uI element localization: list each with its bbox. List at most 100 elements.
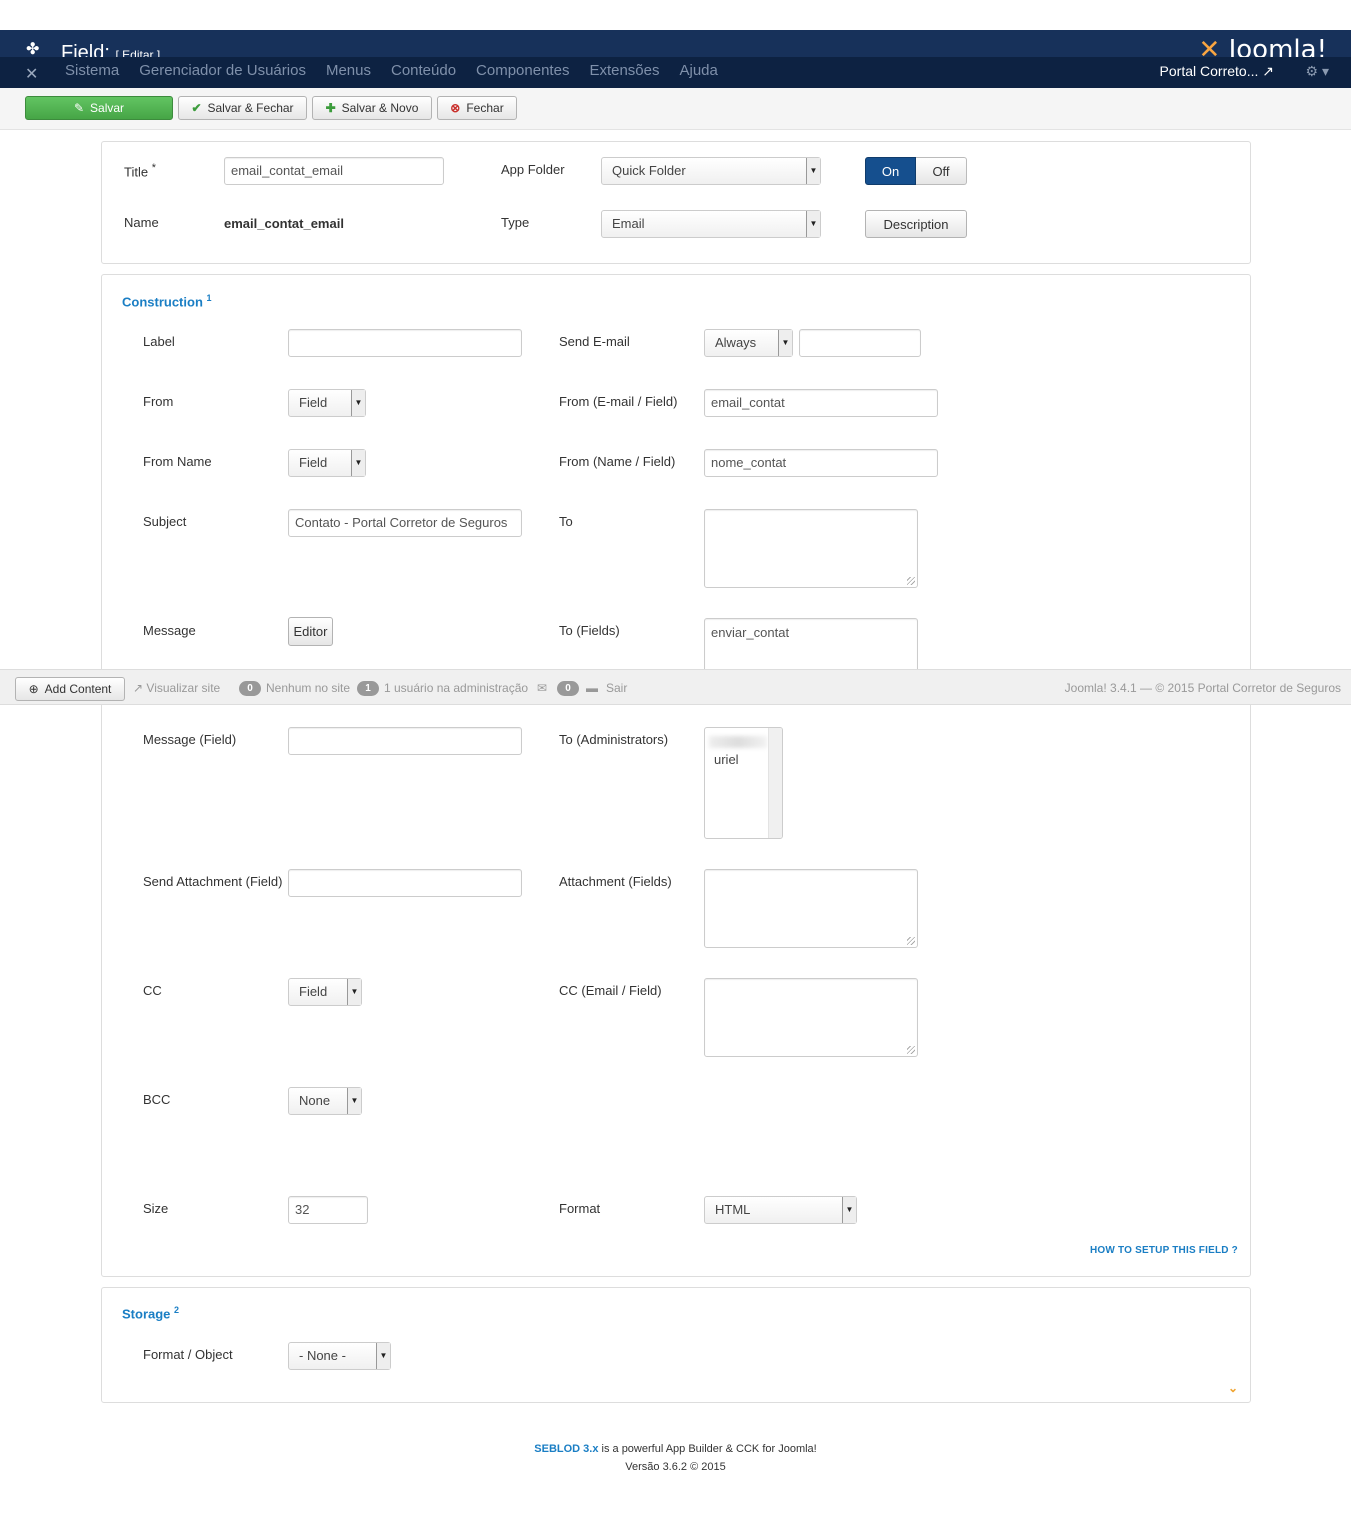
menu-item-sistema[interactable]: Sistema: [55, 57, 129, 85]
from-label: From: [143, 394, 174, 409]
editor-button[interactable]: Editor: [288, 617, 333, 646]
size-label: Size: [143, 1201, 169, 1216]
from-name-field-input[interactable]: nome_contat: [704, 449, 938, 477]
to-admins-listbox[interactable]: uriel: [704, 727, 783, 839]
message-label: Message: [143, 623, 196, 638]
site-users-badge: 0: [239, 681, 261, 696]
format-select[interactable]: HTML ▼: [704, 1196, 857, 1224]
chevron-down-icon: ▼: [351, 450, 365, 476]
cc-label: CC: [143, 983, 162, 998]
bcc-select[interactable]: None ▼: [288, 1087, 362, 1115]
messages-badge: 0: [557, 681, 579, 696]
chevron-down-icon: ▼: [376, 1343, 390, 1369]
construction-title: Construction 1: [122, 293, 212, 310]
attachment-fields-textarea[interactable]: [704, 869, 918, 948]
message-field-input[interactable]: [288, 727, 522, 755]
help-link[interactable]: HOW TO SETUP THIS FIELD ?: [1090, 1245, 1238, 1256]
gear-icon[interactable]: ⚙ ▾: [1306, 63, 1329, 80]
app-folder-label: App Folder: [501, 162, 565, 177]
cc-email-label: CC (Email / Field): [559, 983, 662, 998]
blurred-option: [709, 736, 767, 748]
format-label: Format: [559, 1201, 601, 1216]
save-new-button[interactable]: ✚ Salvar & Novo: [312, 96, 432, 120]
chevron-double-down-icon[interactable]: ⌄: [1228, 1381, 1238, 1395]
from-name-field-label: From (Name / Field): [559, 454, 676, 469]
cancel-icon: ⊗: [450, 101, 461, 115]
site-link[interactable]: Portal Correto... ↗: [1160, 63, 1274, 80]
to-admins-label: To (Administrators): [559, 732, 669, 747]
toggle-on-button[interactable]: On: [865, 157, 916, 185]
send-email-select[interactable]: Always ▼: [704, 329, 793, 357]
name-label: Name: [124, 215, 159, 230]
scrollbar[interactable]: [768, 728, 782, 838]
close-button[interactable]: ⊗ Fechar: [437, 96, 517, 120]
plus-icon: ✚: [325, 101, 336, 115]
to-label: To: [559, 514, 573, 529]
storage-panel: [101, 1287, 1251, 1403]
view-site-link[interactable]: ↗ Visualizar site: [133, 681, 220, 695]
send-email-extra-input[interactable]: [799, 329, 921, 357]
menu-item-ajuda[interactable]: Ajuda: [670, 57, 728, 85]
send-email-label: Send E-mail: [559, 334, 630, 349]
chevron-down-icon: ▼: [347, 979, 361, 1005]
from-select[interactable]: Field ▼: [288, 389, 366, 417]
toggle-off-button[interactable]: Off: [916, 157, 967, 185]
menu-item-conteudo[interactable]: Conteúdo: [381, 57, 466, 85]
save-button[interactable]: ✎ Salvar: [25, 96, 173, 120]
to-textarea[interactable]: [704, 509, 918, 588]
menu-item-extensoes[interactable]: Extensões: [579, 57, 669, 85]
page-title: Field: [ Editar ]: [61, 42, 161, 57]
from-name-select[interactable]: Field ▼: [288, 449, 366, 477]
chevron-down-icon: ▼: [778, 330, 792, 356]
save-close-button[interactable]: ✔ Salvar & Fechar: [178, 96, 307, 120]
header-bar: ✤ Field: [ Editar ] ✕ Joomla!: [0, 30, 1351, 57]
from-email-label: From (E-mail / Field): [559, 394, 678, 409]
chevron-down-icon: ▼: [806, 211, 820, 237]
envelope-icon: ✉: [537, 681, 548, 695]
resize-grip-icon[interactable]: [907, 937, 915, 945]
format-object-select[interactable]: - None - ▼: [288, 1342, 391, 1370]
footer-version: Versão 3.6.2 © 2015: [625, 1461, 726, 1473]
menu-item-usuarios[interactable]: Gerenciador de Usuários: [129, 57, 316, 85]
chevron-down-icon: ▼: [806, 158, 820, 184]
minus-icon: ▬: [586, 681, 598, 695]
from-email-input[interactable]: email_contat: [704, 389, 938, 417]
site-users-label: Nenhum no site: [266, 681, 351, 695]
logout-link[interactable]: Sair: [606, 681, 627, 695]
seblod-link[interactable]: SEBLOD 3.x: [534, 1443, 598, 1455]
format-object-label: Format / Object: [143, 1347, 233, 1362]
subject-input[interactable]: Contato - Portal Corretor de Seguros: [288, 509, 522, 537]
from-name-label: From Name: [143, 454, 212, 469]
list-item[interactable]: uriel: [714, 752, 739, 767]
menu-item-componentes[interactable]: Componentes: [466, 57, 579, 85]
label-input[interactable]: [288, 329, 522, 357]
type-label: Type: [501, 215, 530, 230]
footer-tagline: SEBLOD 3.x is a powerful App Builder & C…: [534, 1443, 817, 1455]
storage-title: Storage 2: [122, 1305, 180, 1322]
attachment-fields-label: Attachment (Fields): [559, 874, 672, 889]
status-bar: ⊕ Add Content ↗ Visualizar site 0 Nenhum …: [0, 669, 1351, 705]
resize-grip-icon[interactable]: [907, 1046, 915, 1054]
cc-email-textarea[interactable]: [704, 978, 918, 1057]
chevron-down-icon: ▼: [347, 1088, 361, 1114]
description-button[interactable]: Description: [865, 210, 967, 238]
joomla-menu-icon[interactable]: ✕: [25, 64, 38, 84]
main-navbar: ✕ Sistema Gerenciador de Usuários Menus …: [0, 57, 1351, 88]
type-select[interactable]: Email ▼: [601, 210, 821, 238]
main-menu: Sistema Gerenciador de Usuários Menus Co…: [55, 57, 728, 85]
chevron-down-icon: ▼: [351, 390, 365, 416]
to-fields-label: To (Fields): [559, 623, 620, 638]
cc-select[interactable]: Field ▼: [288, 978, 362, 1006]
title-input[interactable]: email_contat_email: [224, 157, 444, 185]
joomla-icon: ✤: [26, 41, 40, 57]
admin-users-label: 1 usuário na administração: [384, 681, 529, 695]
add-content-button[interactable]: ⊕ Add Content: [15, 677, 125, 701]
size-input[interactable]: 32: [288, 1196, 368, 1224]
app-folder-select[interactable]: Quick Folder ▼: [601, 157, 821, 185]
check-icon: ✔: [191, 101, 202, 115]
external-link-icon: ↗: [1262, 63, 1274, 79]
send-attachment-input[interactable]: [288, 869, 522, 897]
bcc-label: BCC: [143, 1092, 171, 1107]
resize-grip-icon[interactable]: [907, 577, 915, 585]
menu-item-menus[interactable]: Menus: [316, 57, 381, 85]
